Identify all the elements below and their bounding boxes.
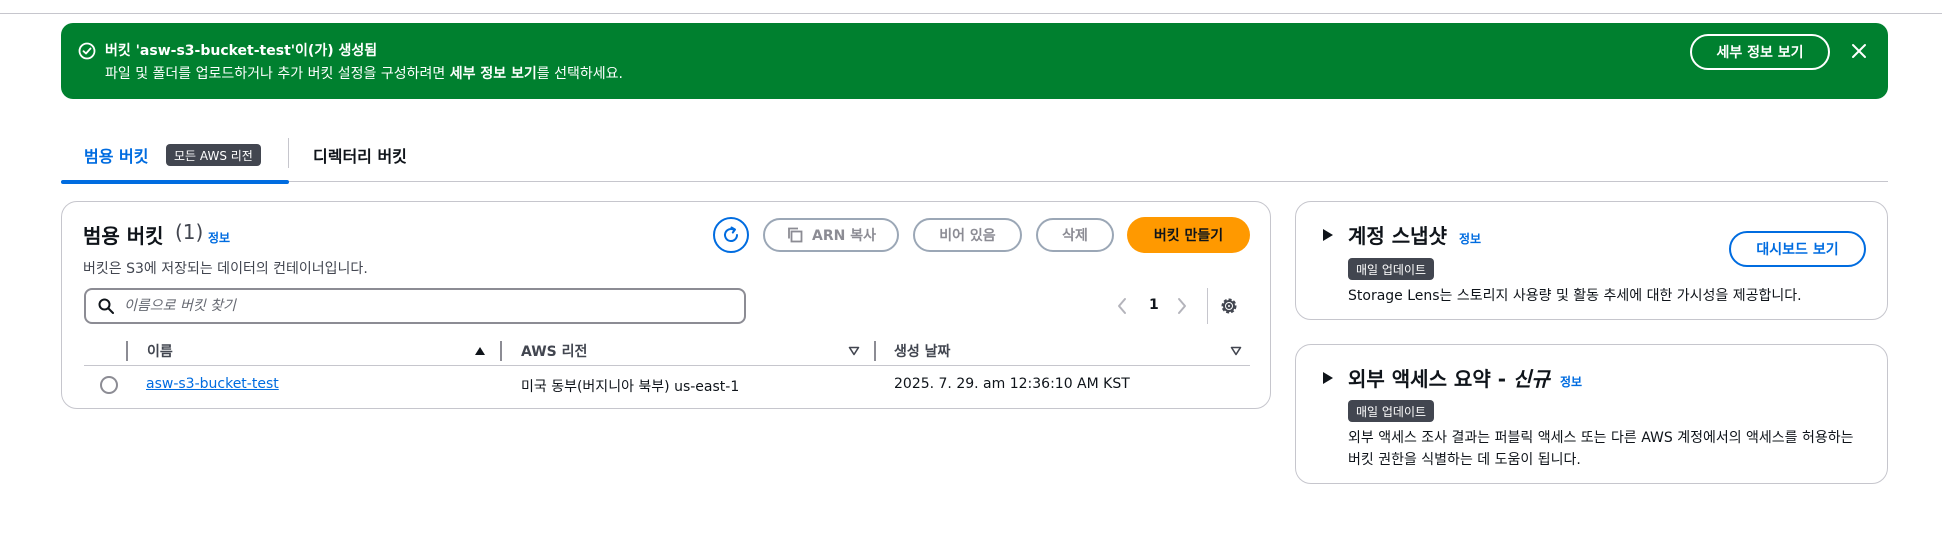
flash-title: 버킷 'asw-s3-bucket-test'이(가) 생성됨 [105, 43, 378, 59]
current-page[interactable]: 1 [1149, 297, 1159, 313]
search-input[interactable] [124, 298, 724, 314]
column-divider [874, 341, 876, 361]
column-header-name[interactable]: 이름 [147, 341, 173, 361]
copy-arn-button[interactable]: ARN 복사 [763, 218, 899, 252]
column-divider [126, 341, 128, 361]
chevron-left-icon[interactable] [1115, 297, 1129, 315]
tab-general-label: 범용 버킷 [84, 147, 149, 166]
flash-message-text: 파일 및 폴더를 업로드하거나 추가 버킷 설정을 구성하려면 [105, 66, 450, 82]
bucket-created-date: 2025. 7. 29. am 12:36:10 AM KST [894, 376, 1130, 392]
snapshot-description: Storage Lens는 스토리지 사용량 및 활동 추세에 대한 가시성을 … [1348, 288, 1802, 304]
copy-arn-label: ARN 복사 [812, 228, 876, 244]
bucket-count: (1) [175, 220, 204, 244]
sort-icon[interactable] [1230, 346, 1242, 356]
external-access-description: 외부 액세스 조사 결과는 퍼블릭 액세스 또는 다른 AWS 계정에서의 액세… [1348, 430, 1854, 468]
external-access-title-text: 외부 액세스 요약 - [1348, 367, 1513, 391]
tab-directory-buckets[interactable]: 디렉터리 버킷 [313, 143, 407, 167]
flash-message-end: 를 선택하세요. [536, 66, 623, 82]
caret-right-icon[interactable] [1322, 228, 1334, 242]
external-access-card: 외부 액세스 요약 - 신규 정보 매일 업데이트 외부 액세스 조사 결과는 … [1295, 344, 1888, 484]
close-icon[interactable] [1849, 41, 1869, 61]
pager-divider [1207, 288, 1208, 324]
view-dashboard-button[interactable]: 대시보드 보기 [1729, 231, 1866, 267]
copy-icon [788, 227, 803, 243]
daily-update-badge: 매일 업데이트 [1348, 400, 1435, 422]
table-header: 이름 AWS 리전 생성 날짜 [84, 336, 1250, 366]
sort-ascending-icon[interactable] [474, 346, 486, 356]
snapshot-info-link[interactable]: 정보 [1459, 230, 1481, 247]
panel-heading: 범용 버킷 [83, 224, 164, 248]
delete-button[interactable]: 삭제 [1036, 218, 1114, 252]
all-regions-badge: 모든 AWS 리전 [166, 144, 261, 166]
gear-icon[interactable] [1219, 296, 1239, 316]
panel-description: 버킷은 S3에 저장되는 데이터의 컨테이너입니다. [83, 261, 368, 277]
refresh-icon [724, 226, 738, 242]
top-divider [0, 0, 1942, 14]
chevron-right-icon[interactable] [1175, 297, 1189, 315]
empty-bucket-button[interactable]: 비어 있음 [913, 218, 1022, 252]
general-buckets-panel: 범용 버킷 (1) 정보 버킷은 S3에 저장되는 데이터의 컨테이너입니다. … [61, 201, 1271, 409]
search-field[interactable] [84, 288, 746, 324]
table-row: asw-s3-bucket-test 미국 동부(버지니아 북부) us-eas… [84, 367, 1250, 403]
account-snapshot-card: 계정 스냅샷 정보 매일 업데이트 Storage Lens는 스토리지 사용량… [1295, 201, 1888, 320]
check-circle-icon [78, 42, 96, 60]
flash-message: 파일 및 폴더를 업로드하거나 추가 버킷 설정을 구성하려면 세부 정보 보기… [105, 63, 623, 83]
bucket-region: 미국 동부(버지니아 북부) us-east-1 [521, 379, 740, 395]
snapshot-title[interactable]: 계정 스냅샷 [1348, 220, 1447, 249]
row-select-radio[interactable] [100, 376, 118, 394]
flash-message-bold: 세부 정보 보기 [449, 66, 537, 82]
create-bucket-button[interactable]: 버킷 만들기 [1127, 217, 1250, 253]
new-label: 신규 [1512, 367, 1550, 391]
bucket-name-link[interactable]: asw-s3-bucket-test [146, 376, 279, 392]
daily-update-badge: 매일 업데이트 [1348, 258, 1435, 280]
search-icon [98, 298, 114, 314]
bucket-type-tabs: 범용 버킷 모든 AWS 리전 디렉터리 버킷 [61, 130, 1888, 184]
column-divider [500, 341, 502, 361]
external-access-info-link[interactable]: 정보 [1560, 373, 1582, 390]
caret-right-icon[interactable] [1322, 371, 1334, 385]
sort-icon[interactable] [848, 346, 860, 356]
success-flash-banner: 버킷 'asw-s3-bucket-test'이(가) 생성됨 파일 및 폴더를… [61, 23, 1888, 99]
tab-general-buckets[interactable]: 범용 버킷 모든 AWS 리전 [61, 130, 289, 184]
info-link[interactable]: 정보 [208, 229, 230, 246]
view-details-button[interactable]: 세부 정보 보기 [1690, 34, 1830, 70]
external-access-title[interactable]: 외부 액세스 요약 - 신규 [1348, 363, 1550, 392]
column-header-region[interactable]: AWS 리전 [521, 341, 587, 361]
refresh-button[interactable] [713, 217, 749, 253]
active-tab-indicator [61, 180, 289, 184]
tab-divider [288, 138, 289, 168]
column-header-created[interactable]: 생성 날짜 [894, 341, 950, 361]
